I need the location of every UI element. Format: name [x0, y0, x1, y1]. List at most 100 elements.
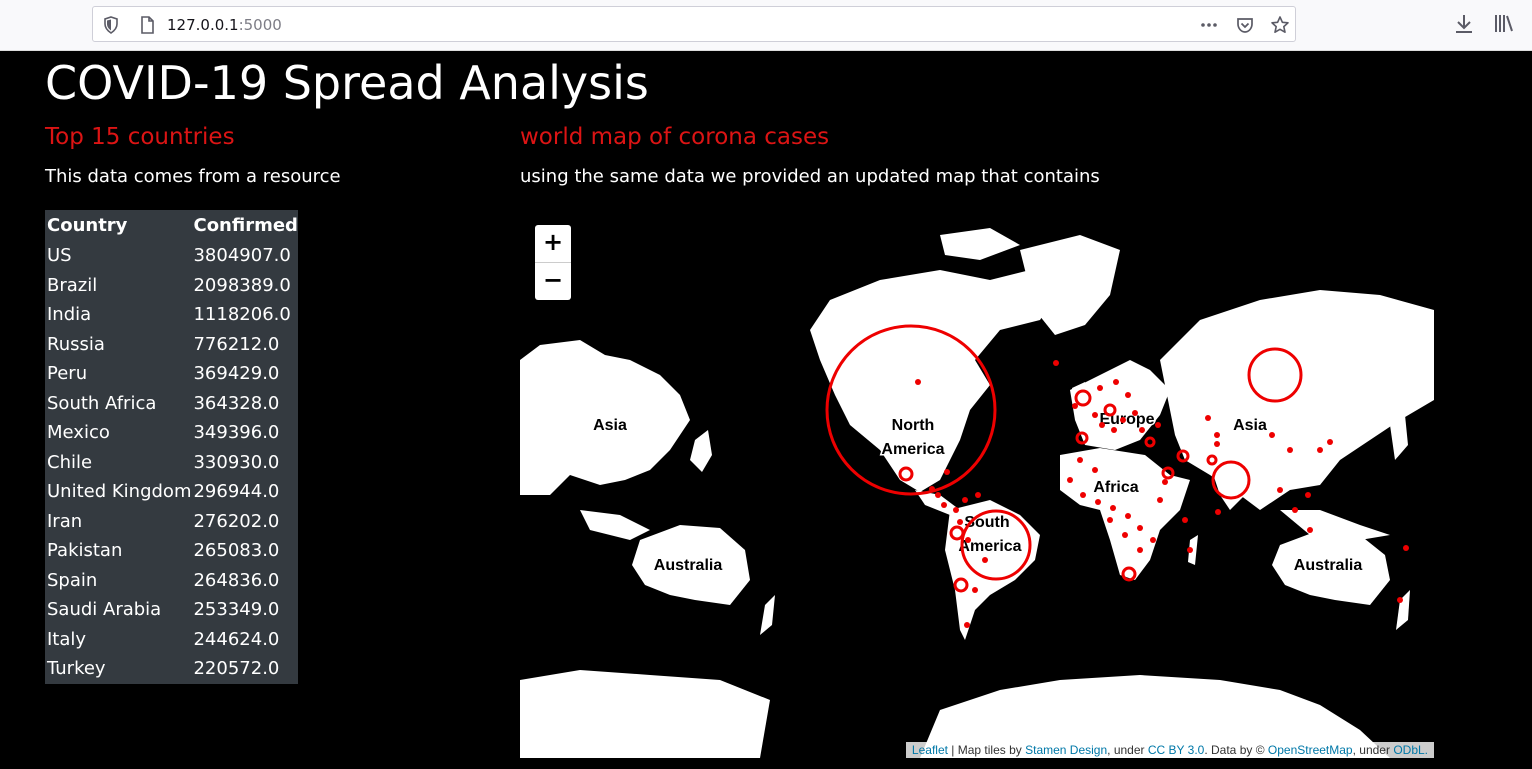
case-marker-dot[interactable] [1099, 422, 1105, 428]
zoom-in-button[interactable]: + [535, 225, 571, 263]
case-marker-dot[interactable] [1137, 547, 1143, 553]
case-marker-dot[interactable] [941, 502, 947, 508]
case-marker-dot[interactable] [1110, 505, 1116, 511]
case-marker-dot[interactable] [1120, 417, 1126, 423]
library-icon[interactable] [1492, 12, 1516, 36]
case-marker-dot[interactable] [1215, 509, 1221, 515]
case-marker-dot[interactable] [1214, 432, 1220, 438]
case-marker-dot[interactable] [944, 469, 950, 475]
map-description: using the same data we provided an updat… [520, 166, 1100, 187]
label-asia-east: Asia [1233, 417, 1267, 434]
marker-saudi-arabia[interactable] [1161, 466, 1175, 480]
case-marker-dot[interactable] [1092, 467, 1098, 473]
odbl-link[interactable]: ODbL. [1393, 743, 1428, 757]
download-icon[interactable] [1453, 12, 1475, 36]
case-marker-dot[interactable] [1125, 513, 1131, 519]
table-row: United Kingdom 296944.0 [45, 477, 298, 507]
cell-confirmed: 3804907.0 [193, 245, 291, 267]
case-marker-dot[interactable] [1397, 597, 1403, 603]
case-marker-dot[interactable] [975, 492, 981, 498]
case-marker-dot[interactable] [1092, 412, 1098, 418]
table-row: Turkey 220572.0 [45, 654, 298, 684]
attribution-text-4: , under [1352, 743, 1394, 757]
case-marker-dot[interactable] [1113, 379, 1119, 385]
case-marker-dot[interactable] [1080, 492, 1086, 498]
marker-iran[interactable] [1176, 449, 1190, 463]
cell-confirmed: 265083.0 [193, 540, 280, 562]
case-marker-dot[interactable] [1187, 547, 1193, 553]
case-marker-dot[interactable] [1205, 415, 1211, 421]
case-marker-dot[interactable] [1307, 527, 1313, 533]
case-marker-dot[interactable] [1317, 447, 1323, 453]
case-marker-dot[interactable] [1122, 532, 1128, 538]
case-marker-dot[interactable] [935, 492, 941, 498]
marker-turkey[interactable] [1144, 436, 1156, 448]
table-row: Brazil 2098389.0 [45, 271, 298, 301]
world-map-heading: world map of corona cases [520, 124, 830, 150]
case-marker-dot[interactable] [1139, 427, 1145, 433]
address-bar[interactable]: 127.0.0.1:5000 [92, 6, 1296, 42]
more-actions-icon[interactable] [1199, 15, 1219, 35]
case-marker-dot[interactable] [953, 507, 959, 513]
case-marker-dot[interactable] [1132, 410, 1138, 416]
case-marker-dot[interactable] [972, 587, 978, 593]
case-marker-dot[interactable] [1053, 360, 1059, 366]
case-marker-dot[interactable] [965, 537, 971, 543]
cell-country: United Kingdom [47, 481, 192, 503]
world-map[interactable]: Asia North America Europe Africa Asia So… [520, 210, 1434, 758]
table-row: Peru 369429.0 [45, 359, 298, 389]
landmass-nz-west [760, 595, 775, 635]
case-marker-dot[interactable] [1155, 422, 1161, 428]
case-marker-dot[interactable] [929, 486, 935, 492]
case-marker-dot[interactable] [1157, 497, 1163, 503]
case-marker-dot[interactable] [1269, 432, 1275, 438]
case-marker-dot[interactable] [1162, 479, 1168, 485]
case-marker-dot[interactable] [964, 622, 970, 628]
cell-confirmed: 349396.0 [193, 422, 280, 444]
cell-country: Peru [47, 363, 88, 385]
cell-country: Mexico [47, 422, 110, 444]
bookmark-star-icon[interactable] [1270, 15, 1290, 35]
case-marker-dot[interactable] [1287, 447, 1293, 453]
cell-confirmed: 264836.0 [193, 569, 280, 591]
url-text[interactable]: 127.0.0.1:5000 [167, 16, 282, 34]
url-port: :5000 [238, 16, 282, 34]
cell-country: US [47, 245, 72, 267]
zoom-out-button[interactable]: − [535, 263, 571, 300]
pocket-icon[interactable] [1235, 15, 1255, 35]
stamen-link[interactable]: Stamen Design [1025, 743, 1107, 757]
case-marker-dot[interactable] [957, 519, 963, 525]
cell-confirmed: 364328.0 [193, 392, 280, 414]
table-description: This data comes from a resource [45, 166, 341, 187]
case-marker-dot[interactable] [1277, 487, 1283, 493]
case-marker-dot[interactable] [1292, 507, 1298, 513]
case-marker-dot[interactable] [1077, 457, 1083, 463]
case-marker-dot[interactable] [1095, 499, 1101, 505]
case-marker-dot[interactable] [1111, 427, 1117, 433]
case-marker-dot[interactable] [1067, 477, 1073, 483]
case-marker-dot[interactable] [1305, 492, 1311, 498]
column-header-country: Country [47, 215, 128, 236]
case-marker-dot[interactable] [1107, 517, 1113, 523]
case-marker-dot[interactable] [1072, 403, 1078, 409]
table-row: Spain 264836.0 [45, 566, 298, 596]
case-marker-dot[interactable] [962, 497, 968, 503]
case-marker-dot[interactable] [1403, 545, 1409, 551]
marker-spain[interactable] [1075, 431, 1089, 445]
case-marker-dot[interactable] [1150, 537, 1156, 543]
case-marker-dot[interactable] [1327, 439, 1333, 445]
table-row: Pakistan 265083.0 [45, 536, 298, 566]
case-marker-dot[interactable] [982, 557, 988, 563]
case-marker-dot[interactable] [1125, 392, 1131, 398]
cell-country: India [47, 304, 92, 326]
leaflet-link[interactable]: Leaflet [912, 743, 948, 757]
case-marker-dot[interactable] [1097, 385, 1103, 391]
case-marker-dot[interactable] [1214, 441, 1220, 447]
ccby-link[interactable]: CC BY 3.0 [1148, 743, 1204, 757]
case-marker-dot[interactable] [915, 379, 921, 385]
osm-link[interactable]: OpenStreetMap [1268, 743, 1353, 757]
cell-confirmed: 296944.0 [193, 481, 280, 503]
shield-icon[interactable] [101, 15, 121, 35]
case-marker-dot[interactable] [1182, 517, 1188, 523]
case-marker-dot[interactable] [1137, 525, 1143, 531]
